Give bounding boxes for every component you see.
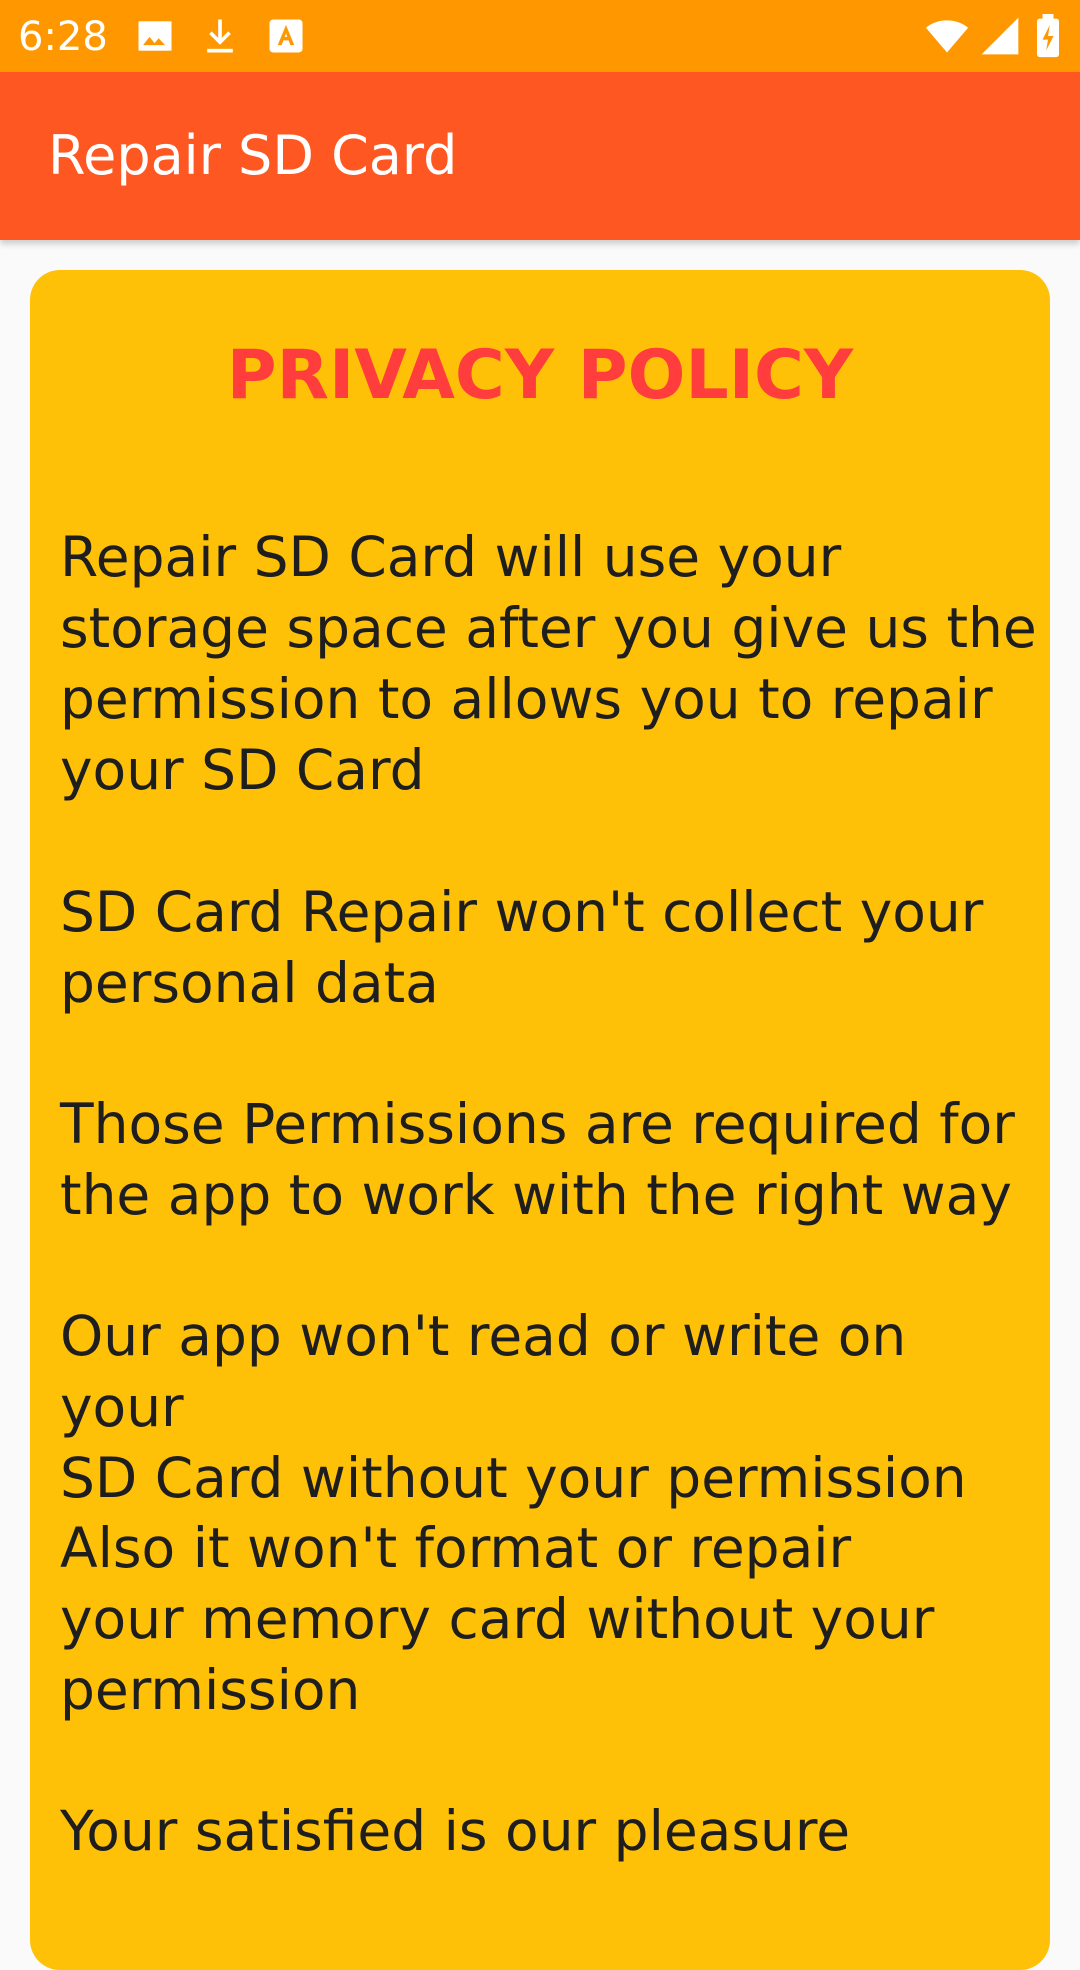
policy-paragraph-personal-data: SD Card Repair won't collect your person… (60, 880, 984, 1015)
app-bar: Repair SD Card (0, 72, 1080, 240)
policy-paragraph-storage: Repair SD Card will use your storage spa… (60, 525, 1037, 802)
privacy-policy-title: PRIVACY POLICY (226, 336, 854, 415)
download-icon (198, 14, 242, 58)
policy-paragraph-format-repair: Also it won't format or repair your memo… (60, 1516, 935, 1722)
policy-paragraph-satisfaction: Your satisfied is our pleasure (60, 1799, 851, 1863)
status-time: 6:28 (18, 14, 108, 60)
image-icon (133, 14, 177, 58)
font-icon (264, 14, 308, 58)
policy-paragraph-permissions: Those Permissions are required for the a… (60, 1092, 1015, 1227)
status-bar: 6:28 (0, 0, 1080, 72)
battery-charging-icon (1032, 14, 1064, 58)
signal-icon (978, 14, 1022, 58)
app-title: Repair SD Card (48, 124, 458, 187)
policy-paragraph-read-write: Our app won't read or write on your SD C… (60, 1304, 967, 1510)
privacy-policy-card: PRIVACY POLICY Repair SD Card will use y… (30, 270, 1050, 1970)
wifi-icon (922, 14, 972, 58)
